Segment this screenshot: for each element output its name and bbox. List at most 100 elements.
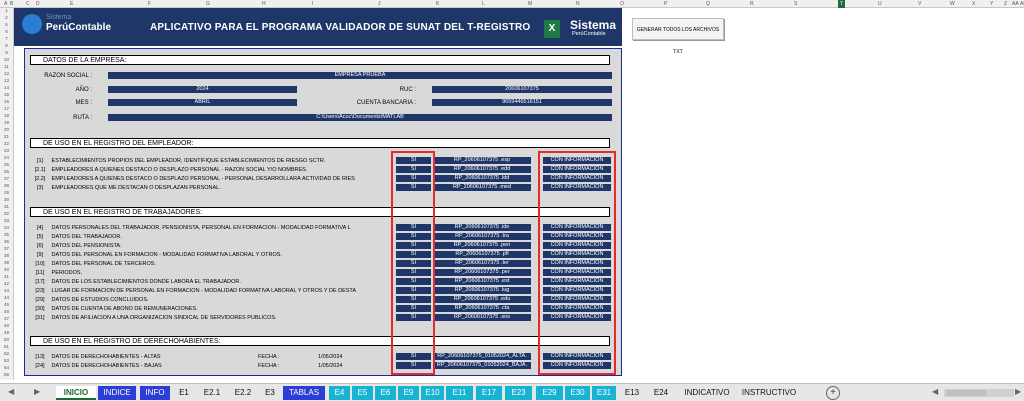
next-sheet-icon[interactable]: ▶ (34, 387, 40, 396)
scroll-left-icon[interactable]: ◀ (932, 387, 938, 396)
row-header-cell[interactable]: 18 (0, 113, 13, 118)
row-header-cell[interactable]: 14 (0, 85, 13, 90)
sheet-tab-e4[interactable]: E4 (329, 386, 350, 400)
row-header-cell[interactable]: 31 (0, 204, 13, 209)
generate-all-txt-button[interactable]: GENERAR TODOS LOS ARCHIVOS TXT (632, 18, 724, 55)
row-header-cell[interactable]: 8 (0, 43, 13, 48)
row-header-cell[interactable]: 6 (0, 29, 13, 34)
sheet-tab-instructivo[interactable]: INSTRUCTIVO (738, 386, 800, 400)
sheet-tab-inicio[interactable]: INICIO (56, 386, 96, 400)
row-header-cell[interactable]: 7 (0, 36, 13, 41)
row-header-cell[interactable]: 39 (0, 260, 13, 265)
column-header-cell[interactable]: Y (990, 0, 993, 8)
row-header-cell[interactable]: 30 (0, 197, 13, 202)
scroll-right-icon[interactable]: ▶ (1015, 387, 1021, 396)
row-header-cell[interactable]: 1 (0, 8, 13, 13)
sheet-tab-e2-1[interactable]: E2.1 (197, 386, 227, 400)
row-header-cell[interactable]: 29 (0, 190, 13, 195)
cuenta-bancaria-value[interactable]: 965944651615​1 (432, 99, 612, 106)
row-header-cell[interactable]: 52 (0, 351, 13, 356)
column-header-cell[interactable]: K (436, 0, 439, 8)
sheet-tab-info[interactable]: INFO (140, 386, 170, 400)
column-header-cell[interactable]: W (950, 0, 955, 8)
sheet-tab-indice[interactable]: INDICE (98, 386, 136, 400)
column-header-cell[interactable]: Z (1004, 0, 1007, 8)
column-header-cell[interactable]: Q (706, 0, 710, 8)
row-header-cell[interactable]: 28 (0, 183, 13, 188)
column-header-cell[interactable]: D (36, 0, 40, 8)
row-header-cell[interactable]: 23 (0, 148, 13, 153)
sheet-tab-e2-2[interactable]: E2.2 (229, 386, 257, 400)
sheet-tab-e3[interactable]: E3 (259, 386, 281, 400)
column-header-cell[interactable]: N (576, 0, 580, 8)
fecha-value[interactable]: 1/05/2024 (318, 363, 342, 369)
row-header-cell[interactable]: 48 (0, 323, 13, 328)
row-header-cell[interactable]: 32 (0, 211, 13, 216)
row-header-cell[interactable]: 33 (0, 218, 13, 223)
row-header-cell[interactable]: 53 (0, 358, 13, 363)
sheet-tab-e9[interactable]: E9 (398, 386, 419, 400)
column-header-cell[interactable]: V (918, 0, 921, 8)
row-header-cell[interactable]: 20 (0, 127, 13, 132)
column-header-cell[interactable]: AB (1020, 0, 1024, 8)
row-header-cell[interactable]: 26 (0, 169, 13, 174)
row-header-cell[interactable]: 27 (0, 176, 13, 181)
row-header-cell[interactable]: 38 (0, 253, 13, 258)
column-header-cell[interactable]: T (838, 0, 846, 8)
sheet-tab-e29[interactable]: E29 (536, 386, 563, 400)
row-header-cell[interactable]: 12 (0, 71, 13, 76)
row-header-cell[interactable]: 41 (0, 274, 13, 279)
column-header-cell[interactable]: U (878, 0, 882, 8)
row-header-cell[interactable]: 15 (0, 92, 13, 97)
column-header-cell[interactable]: P (664, 0, 667, 8)
add-sheet-icon[interactable]: + (826, 386, 840, 400)
row-header-cell[interactable]: 21 (0, 134, 13, 139)
column-header-cell[interactable]: G (206, 0, 210, 8)
horizontal-scrollbar[interactable] (944, 389, 1014, 397)
sheet-tab-e5[interactable]: E5 (352, 386, 373, 400)
row-header-cell[interactable]: 51 (0, 344, 13, 349)
sheet-tab-e30[interactable]: E30 (565, 386, 590, 400)
row-header-cell[interactable]: 45 (0, 302, 13, 307)
column-header-cell[interactable]: A (4, 0, 7, 8)
row-header-cell[interactable]: 54 (0, 365, 13, 370)
column-header-cell[interactable]: E (70, 0, 73, 8)
row-header-cell[interactable]: 11 (0, 64, 13, 69)
sheet-tab-e24[interactable]: E24 (649, 386, 673, 400)
row-header-cell[interactable]: 24 (0, 155, 13, 160)
row-header-cell[interactable]: 22 (0, 141, 13, 146)
row-header-cell[interactable]: 34 (0, 225, 13, 230)
column-header-cell[interactable]: X (972, 0, 975, 8)
row-header-cell[interactable]: 17 (0, 106, 13, 111)
row-header-cell[interactable]: 40 (0, 267, 13, 272)
row-header-cell[interactable]: 16 (0, 99, 13, 104)
column-header-cell[interactable]: H (262, 0, 266, 8)
row-header-cell[interactable]: 47 (0, 316, 13, 321)
row-header-cell[interactable]: 35 (0, 232, 13, 237)
sheet-tab-e6[interactable]: E6 (375, 386, 396, 400)
column-header-cell[interactable]: R (750, 0, 754, 8)
column-header-cell[interactable]: AA (1012, 0, 1019, 8)
row-header-cell[interactable]: 25 (0, 162, 13, 167)
column-header-cell[interactable]: F (148, 0, 151, 8)
row-header-cell[interactable]: 43 (0, 288, 13, 293)
sheet-tab-tablas[interactable]: TABLAS (283, 386, 325, 400)
ruta-value[interactable]: C:\Users\Acuc\Documents\MATLAB (108, 114, 612, 121)
prev-sheet-icon[interactable]: ◀ (8, 387, 14, 396)
row-header-cell[interactable]: 46 (0, 309, 13, 314)
row-header-cell[interactable]: 55 (0, 372, 13, 377)
row-header-cell[interactable]: 10 (0, 57, 13, 62)
row-header-cell[interactable]: 37 (0, 246, 13, 251)
column-header-cell[interactable]: L (482, 0, 485, 8)
scrollbar-thumb[interactable] (946, 390, 986, 396)
row-header-cell[interactable]: 36 (0, 239, 13, 244)
mes-value[interactable]: ABRIL (108, 99, 297, 106)
row-header-cell[interactable]: 50 (0, 337, 13, 342)
column-header-cell[interactable]: J (378, 0, 381, 8)
row-header-cell[interactable]: 2 (0, 15, 13, 20)
column-header-cell[interactable]: C (26, 0, 30, 8)
sheet-tab-e31[interactable]: E31 (592, 386, 616, 400)
sheet-tab-e17[interactable]: E17 (476, 386, 502, 400)
sheet-tab-indicativo[interactable]: INDICATIVO (680, 386, 734, 400)
row-header-cell[interactable]: 44 (0, 295, 13, 300)
